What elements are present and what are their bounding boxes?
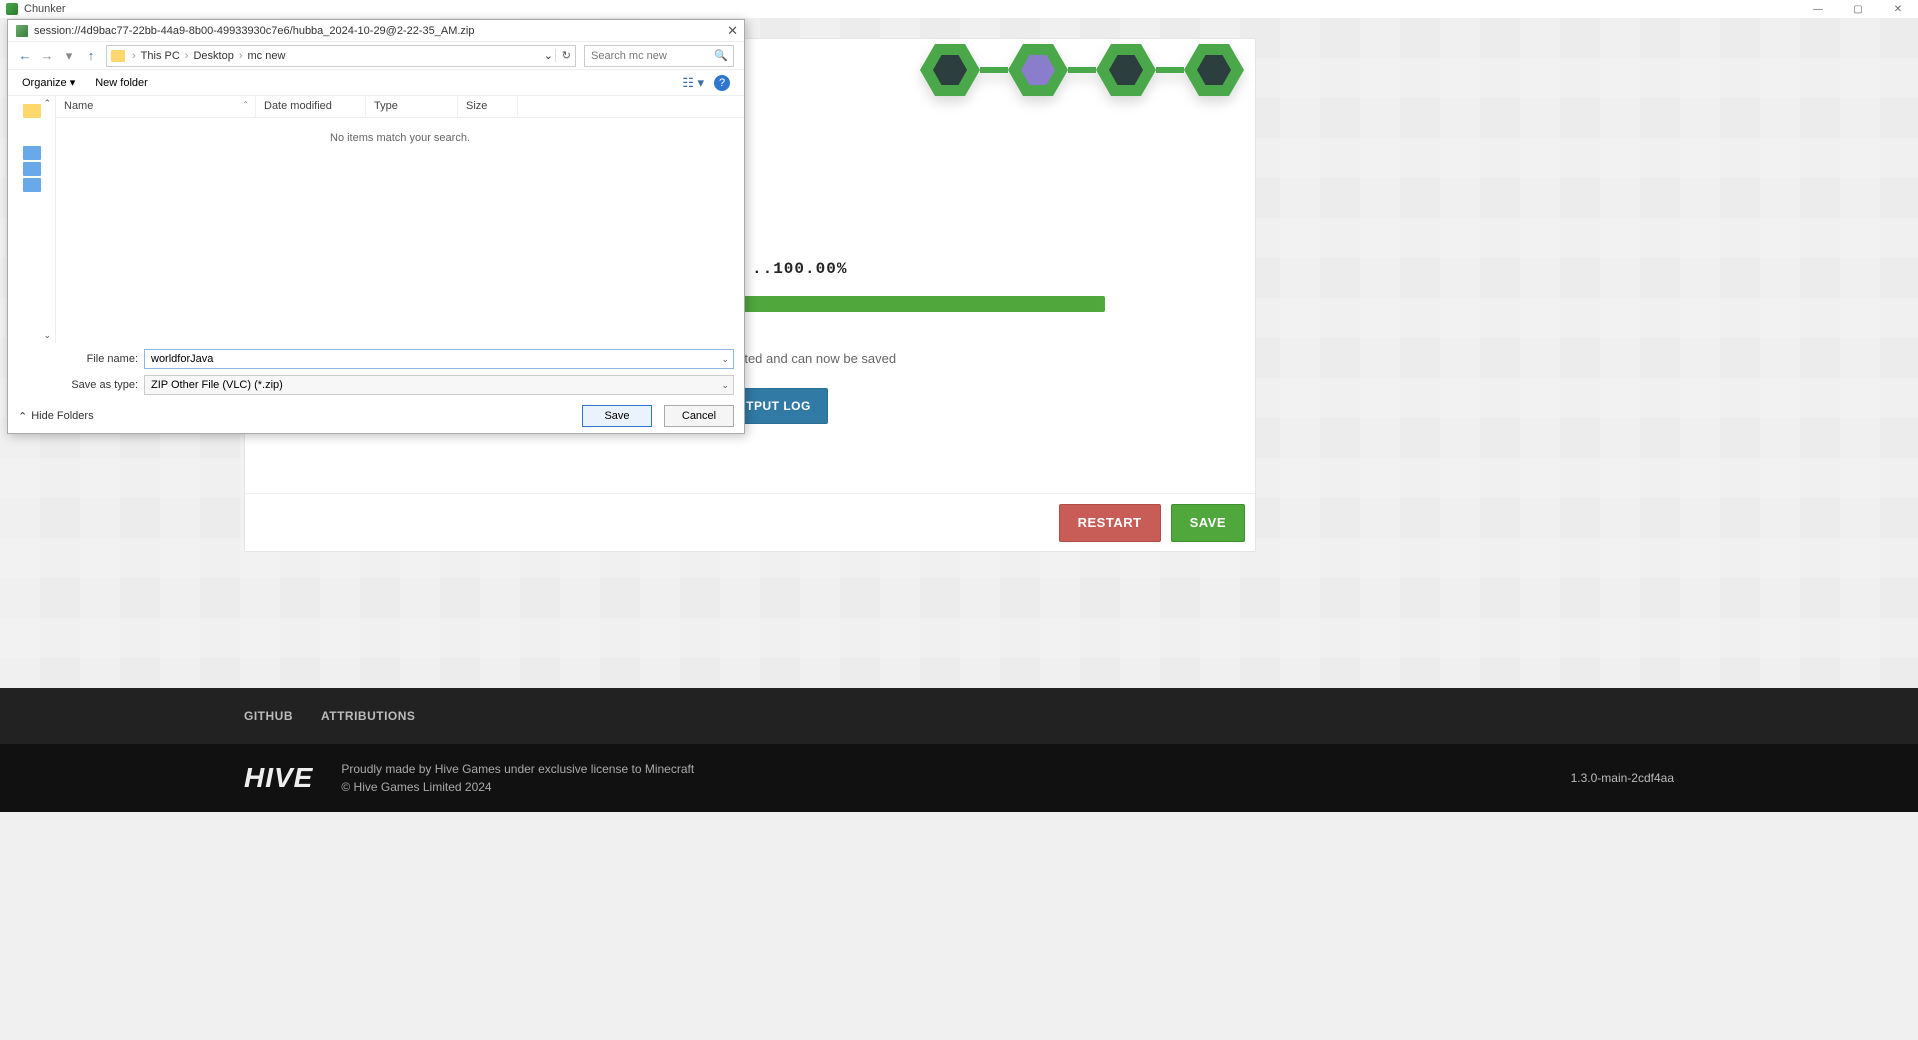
sidebar-folder-icon[interactable] <box>23 104 41 118</box>
window-maximize[interactable]: ▢ <box>1838 0 1878 18</box>
dialog-titlebar: session://4d9bac77-22bb-44a9-8b00-499339… <box>8 20 744 42</box>
column-size[interactable]: Size <box>458 96 518 117</box>
app-title: Chunker <box>24 3 66 15</box>
restart-button[interactable]: RESTART <box>1059 504 1161 542</box>
sidebar-drive-icon[interactable] <box>23 178 41 192</box>
attributions-link[interactable]: ATTRIBUTIONS <box>321 709 415 723</box>
nav-forward-icon[interactable]: → <box>40 48 54 63</box>
new-folder-button[interactable]: New folder <box>95 77 148 89</box>
window-minimize[interactable]: — <box>1798 0 1838 18</box>
chevron-down-icon[interactable]: ⌄ <box>721 354 729 365</box>
expand-icon[interactable]: ⌄ <box>43 330 51 341</box>
breadcrumb-folder[interactable]: mc new <box>248 50 286 62</box>
sidebar-pc-icon[interactable] <box>23 146 41 160</box>
search-placeholder: Search mc new <box>591 50 667 62</box>
search-input[interactable]: Search mc new 🔍 <box>584 45 734 67</box>
organize-menu[interactable]: Organize ▾ <box>22 76 75 89</box>
collapse-icon[interactable]: ⌃ <box>43 98 51 109</box>
footer-credits: HIVE Proudly made by Hive Games under ex… <box>0 744 1918 812</box>
nav-recent-icon[interactable]: ▾ <box>62 48 76 64</box>
dialog-close-icon[interactable]: ✕ <box>727 23 738 39</box>
dialog-save-button[interactable]: Save <box>582 405 652 427</box>
search-icon: 🔍 <box>714 49 728 62</box>
chevron-right-icon: › <box>236 50 246 62</box>
hide-folders-toggle[interactable]: ⌃ Hide Folders <box>18 410 94 423</box>
step-4-icon <box>1184 44 1244 96</box>
breadcrumb-desktop[interactable]: Desktop <box>193 50 233 62</box>
footer-links: GITHUB ATTRIBUTIONS <box>0 688 1918 744</box>
step-1-icon <box>920 44 980 96</box>
saveas-label: Save as type: <box>64 379 144 391</box>
footer-line1: Proudly made by Hive Games under exclusi… <box>341 762 694 776</box>
app-titlebar: Chunker — ▢ ✕ <box>0 0 1918 18</box>
app-icon <box>6 3 18 15</box>
window-close[interactable]: ✕ <box>1878 0 1918 18</box>
card-footer: RESTART SAVE <box>245 493 1255 551</box>
sidebar-drive-icon[interactable] <box>23 162 41 176</box>
chevron-down-icon[interactable]: ⌄ <box>721 380 729 391</box>
folder-icon <box>111 50 125 62</box>
footer-line2: © Hive Games Limited 2024 <box>341 780 694 794</box>
progress-steps <box>920 44 1244 96</box>
view-options-icon[interactable]: ☷ ▾ <box>682 75 704 91</box>
dialog-fields: File name: worldforJava⌄ Save as type: Z… <box>8 343 744 399</box>
breadcrumb-thispc[interactable]: This PC <box>141 50 180 62</box>
help-icon[interactable]: ? <box>714 75 730 91</box>
save-dialog: session://4d9bac77-22bb-44a9-8b00-499339… <box>7 19 745 434</box>
column-type[interactable]: Type <box>366 96 458 117</box>
breadcrumb[interactable]: › This PC › Desktop › mc new ⌄ ↻ <box>106 45 576 67</box>
step-3-icon <box>1096 44 1156 96</box>
dialog-actions: ⌃ Hide Folders Save Cancel <box>8 399 744 433</box>
filename-input[interactable]: worldforJava⌄ <box>144 349 734 369</box>
status-text: rted and can now be saved <box>740 351 896 366</box>
file-list: Name⌃ Date modified Type Size No items m… <box>56 96 744 343</box>
hive-logo: HIVE <box>244 762 313 794</box>
step-connector <box>1156 67 1184 73</box>
list-header: Name⌃ Date modified Type Size <box>56 96 744 118</box>
sort-asc-icon: ⌃ <box>242 100 249 109</box>
save-button[interactable]: SAVE <box>1171 504 1245 542</box>
saveas-select[interactable]: ZIP Other File (VLC) (*.zip)⌄ <box>144 375 734 395</box>
empty-message: No items match your search. <box>56 118 744 343</box>
refresh-icon[interactable]: ↻ <box>555 49 571 62</box>
nav-back-icon[interactable]: ← <box>18 48 32 63</box>
dialog-cancel-button[interactable]: Cancel <box>664 405 734 427</box>
dialog-nav: ← → ▾ ↑ › This PC › Desktop › mc new ⌄ ↻… <box>8 42 744 70</box>
filename-label: File name: <box>64 353 144 365</box>
chevron-right-icon: › <box>182 50 192 62</box>
step-2-icon <box>1008 44 1068 96</box>
dialog-toolbar: Organize ▾ New folder ☷ ▾ ? <box>8 70 744 96</box>
step-connector <box>1068 67 1096 73</box>
nav-up-icon[interactable]: ↑ <box>84 48 98 63</box>
dialog-sidebar[interactable]: ⌃ ⌄ <box>8 96 56 343</box>
dialog-body: ⌃ ⌄ Name⌃ Date modified Type Size No ite… <box>8 96 744 343</box>
column-name[interactable]: Name⌃ <box>56 96 256 117</box>
step-connector <box>980 67 1008 73</box>
github-link[interactable]: GITHUB <box>244 709 293 723</box>
column-date[interactable]: Date modified <box>256 96 366 117</box>
dialog-title: session://4d9bac77-22bb-44a9-8b00-499339… <box>34 25 475 37</box>
chevron-right-icon: › <box>129 50 139 62</box>
dialog-icon <box>16 25 28 37</box>
breadcrumb-dropdown-icon[interactable]: ⌄ <box>544 49 553 62</box>
chevron-up-icon: ⌃ <box>18 410 27 423</box>
progress-percent: ..100.00% <box>752 260 847 278</box>
footer-version: 1.3.0-main-2cdf4aa <box>1571 771 1674 785</box>
